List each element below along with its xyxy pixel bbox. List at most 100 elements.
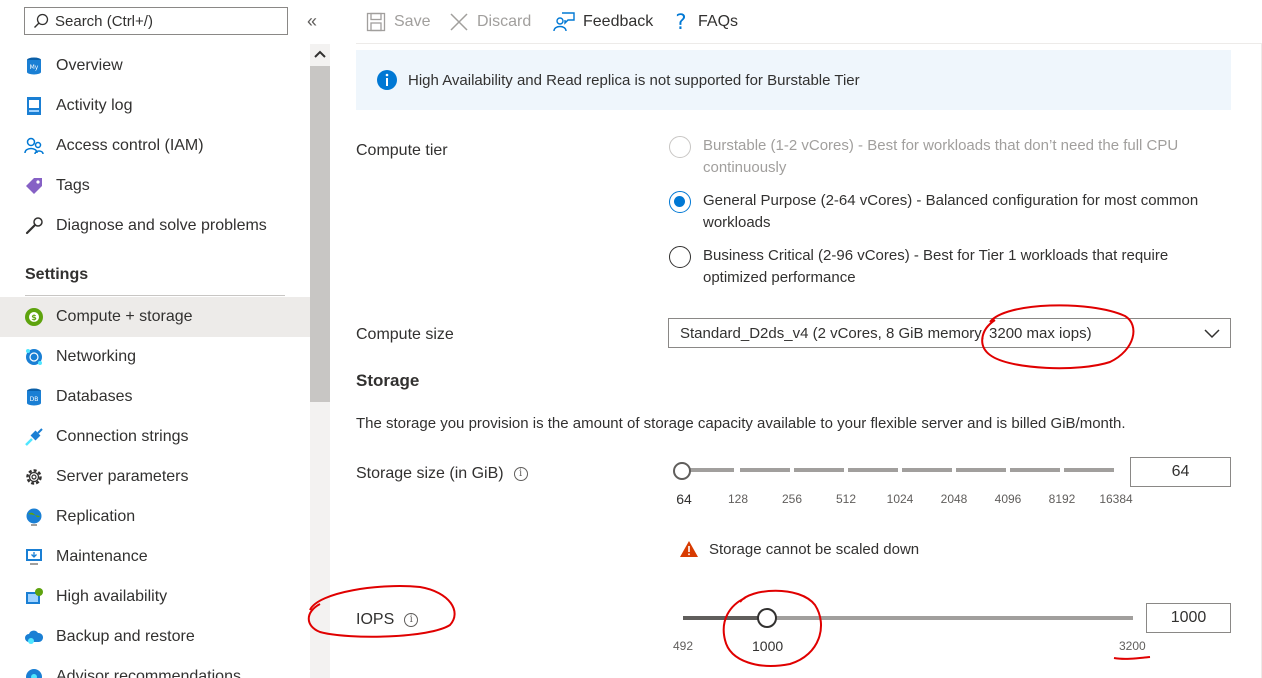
compute-tier-label: Compute tier [356, 142, 448, 159]
sidebar-item-label: Networking [56, 348, 137, 365]
radio-label: General Purpose (2-64 vCores) - Balanced… [703, 192, 1199, 231]
app-window: Search (Ctrl+/) « My Overview Activity l… [0, 0, 1262, 678]
sidebar-item-tags[interactable]: Tags [0, 166, 310, 206]
sidebar-scrollbar[interactable] [310, 44, 330, 678]
sidebar-item-label: Overview [56, 57, 123, 74]
scroll-up-button[interactable] [310, 44, 330, 64]
storage-slider-segment [794, 468, 844, 472]
search-input[interactable]: Search (Ctrl+/) [24, 7, 288, 35]
radio-label: Burstable (1-2 vCores) - Best for worklo… [703, 137, 1179, 176]
sidebar-item-label: Compute + storage [56, 308, 193, 325]
discard-button[interactable]: Discard [449, 8, 531, 36]
feedback-button[interactable]: Feedback [553, 8, 653, 36]
storage-slider-segment [848, 468, 898, 472]
storage-slider-thumb[interactable] [673, 462, 691, 480]
sidebar-item-high-availability[interactable]: High availability [0, 577, 310, 617]
storage-tick-label: 256 [781, 492, 803, 506]
database-icon: DB [27, 388, 41, 406]
people-icon [24, 137, 44, 155]
storage-tick-label: 8192 [1048, 492, 1076, 506]
iops-label: IOPS i [356, 611, 419, 629]
radio-button[interactable] [669, 136, 691, 158]
storage-tick-label: 512 [835, 492, 857, 506]
sidebar-item-label: Replication [56, 508, 136, 525]
svg-text:?: ? [675, 11, 686, 33]
settings-section-header: Settings [25, 266, 89, 283]
storage-tick-label: 64 [676, 491, 692, 507]
sidebar-item-label: Server parameters [56, 468, 189, 485]
activity-log-icon [27, 97, 41, 115]
sidebar-item-label: Databases [56, 388, 133, 405]
high-availability-icon [26, 588, 43, 604]
info-icon [377, 70, 397, 90]
storage-heading: Storage [356, 371, 420, 390]
sidebar-item-server-parameters[interactable]: Server parameters [0, 457, 310, 497]
iops-slider-fill [683, 616, 767, 620]
storage-slider-segment [1010, 468, 1060, 472]
annotation-underline-max [1113, 656, 1151, 660]
sidebar-item-label: Activity log [56, 97, 133, 114]
scrollbar-thumb[interactable] [310, 66, 330, 402]
connection-plug-icon [25, 428, 43, 446]
storage-slider-segment [956, 468, 1006, 472]
compute-size-dropdown[interactable]: Standard_D2ds_v4 (2 vCores, 8 GiB memory… [668, 318, 1231, 348]
sidebar-item-backup-restore[interactable]: Backup and restore [0, 617, 310, 657]
iops-max-label: 3200 [1119, 639, 1146, 653]
storage-tick-label: 128 [727, 492, 749, 506]
sidebar-item-connection-strings[interactable]: Connection strings [0, 417, 310, 457]
iops-min-label: 492 [673, 639, 694, 653]
sidebar-item-activity-log[interactable]: Activity log [0, 86, 310, 126]
sidebar-item-label: Diagnose and solve problems [56, 217, 267, 234]
advisor-icon [26, 669, 42, 678]
radio-button[interactable] [669, 191, 691, 213]
sidebar-item-networking[interactable]: Networking [0, 337, 310, 377]
storage-slider-segment [1064, 468, 1114, 472]
sidebar-item-advisor[interactable]: Advisor recommendations [0, 657, 310, 678]
replication-globe-icon [26, 508, 42, 526]
sidebar: Search (Ctrl+/) « My Overview Activity l… [0, 0, 330, 678]
storage-tick-label: 16384 [1099, 492, 1133, 506]
storage-slider-segment [902, 468, 952, 472]
network-globe-icon [26, 349, 42, 365]
sidebar-item-access-control[interactable]: Access control (IAM) [0, 126, 310, 166]
sidebar-item-maintenance[interactable]: Maintenance [0, 537, 310, 577]
divider [25, 295, 285, 296]
radio-label: Business Critical (2-96 vCores) - Best f… [703, 247, 1169, 286]
save-button[interactable]: Save [366, 8, 430, 36]
sidebar-item-label: Backup and restore [56, 628, 195, 645]
iops-input[interactable]: 1000 [1146, 603, 1231, 633]
storage-size-input[interactable]: 64 [1130, 457, 1231, 487]
info-tooltip-icon[interactable]: i [404, 612, 419, 627]
storage-slider-segment [740, 468, 790, 472]
faqs-button[interactable]: ? FAQs [672, 8, 738, 36]
iops-slider-thumb[interactable] [757, 608, 777, 628]
compute-storage-icon: $ [25, 308, 43, 326]
sidebar-item-label: Maintenance [56, 548, 148, 565]
sidebar-item-overview[interactable]: My Overview [0, 46, 310, 86]
sidebar-item-replication[interactable]: Replication [0, 497, 310, 537]
tag-icon [26, 178, 42, 194]
gear-icon [26, 469, 42, 485]
wrench-icon [25, 217, 43, 235]
sidebar-item-databases[interactable]: DB Databases [0, 377, 310, 417]
chevron-up-icon [314, 50, 326, 58]
storage-size-label: Storage size (in GiB) i [356, 465, 528, 483]
close-icon [450, 13, 468, 31]
save-label: Save [394, 13, 431, 30]
storage-tick-label: 2048 [940, 492, 968, 506]
cloud-backup-icon [25, 630, 44, 644]
collapse-sidebar-button[interactable]: « [302, 10, 322, 32]
question-mark-icon: ? [675, 11, 686, 33]
svg-text:My: My [30, 64, 39, 71]
iops-current-label: 1000 [752, 638, 784, 654]
info-tooltip-icon[interactable]: i [513, 466, 528, 481]
storage-size-label-text: Storage size (in GiB) [356, 465, 504, 482]
storage-tick-label: 1024 [886, 492, 914, 506]
radio-button[interactable] [669, 246, 691, 268]
storage-slider-segment [684, 468, 734, 472]
compute-size-label: Compute size [356, 326, 454, 343]
feedback-label: Feedback [583, 13, 654, 30]
sidebar-item-diagnose[interactable]: Diagnose and solve problems [0, 206, 310, 246]
storage-warning: Storage cannot be scaled down [679, 540, 919, 558]
sidebar-item-compute-storage[interactable]: $ Compute + storage [0, 297, 310, 337]
